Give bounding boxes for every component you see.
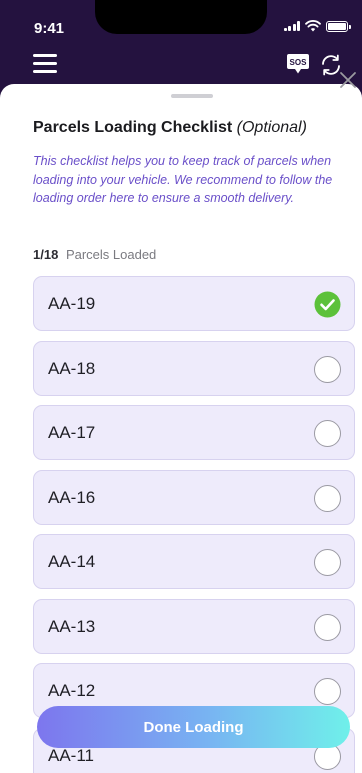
loaded-progress: 1/18 Parcels Loaded xyxy=(33,247,156,262)
status-icons xyxy=(283,20,351,32)
close-icon[interactable] xyxy=(339,71,357,89)
parcel-item[interactable]: AA-16 xyxy=(33,469,355,525)
parcel-code: AA-14 xyxy=(48,552,96,571)
parcel-code: AA-18 xyxy=(48,358,96,378)
unchecked-circle-icon[interactable] xyxy=(314,420,341,447)
unchecked-circle-icon[interactable] xyxy=(314,678,341,705)
parcel-code: AA-12 xyxy=(48,681,96,700)
parcel-item[interactable]: AA-18 xyxy=(33,340,355,396)
status-bar: 9:41 xyxy=(0,0,362,44)
parcel-list: AA-19 AA-18 AA-17 AA-16 AA-14 AA-13 AA-1… xyxy=(33,276,355,773)
parcel-code: AA-17 xyxy=(48,423,96,442)
done-loading-button[interactable]: Done Loading xyxy=(37,706,350,748)
unchecked-circle-icon[interactable] xyxy=(314,613,341,641)
parcel-item[interactable]: AA-13 xyxy=(33,598,355,654)
loaded-count: 1/18 xyxy=(33,247,59,262)
device-notch xyxy=(95,0,267,34)
parcel-item[interactable]: AA-14 xyxy=(33,534,355,589)
battery-icon xyxy=(326,20,351,32)
sos-icon[interactable]: SOS xyxy=(286,53,310,75)
checked-circle-icon[interactable] xyxy=(314,291,341,318)
parcel-code: AA-11 xyxy=(48,745,94,765)
parcel-code: AA-13 xyxy=(48,616,96,636)
sos-label: SOS xyxy=(290,58,308,67)
loading-checklist-sheet: Parcels Loading Checklist (Optional) Thi… xyxy=(0,84,362,773)
parcel-item[interactable]: AA-17 xyxy=(33,405,355,460)
parcel-item[interactable]: AA-19 xyxy=(33,276,355,331)
helper-text: This checklist helps you to keep track o… xyxy=(33,154,333,205)
loaded-label: Parcels Loaded xyxy=(65,247,157,262)
parcel-code: AA-16 xyxy=(48,487,96,507)
status-time: 9:41 xyxy=(34,20,65,37)
sheet-title-optional: (Optional) xyxy=(236,119,307,136)
sheet-grabber[interactable] xyxy=(171,94,213,98)
sheet-title-text: Parcels Loading Checklist xyxy=(33,119,233,136)
unchecked-circle-icon[interactable] xyxy=(314,549,341,576)
sheet-title: Parcels Loading Checklist (Optional) xyxy=(33,119,307,137)
parcel-code: AA-19 xyxy=(48,294,96,313)
hamburger-menu-icon[interactable] xyxy=(33,54,57,74)
signal-icon xyxy=(283,21,300,31)
wifi-icon xyxy=(305,20,321,32)
unchecked-circle-icon[interactable] xyxy=(314,355,341,383)
unchecked-circle-icon[interactable] xyxy=(314,484,341,512)
